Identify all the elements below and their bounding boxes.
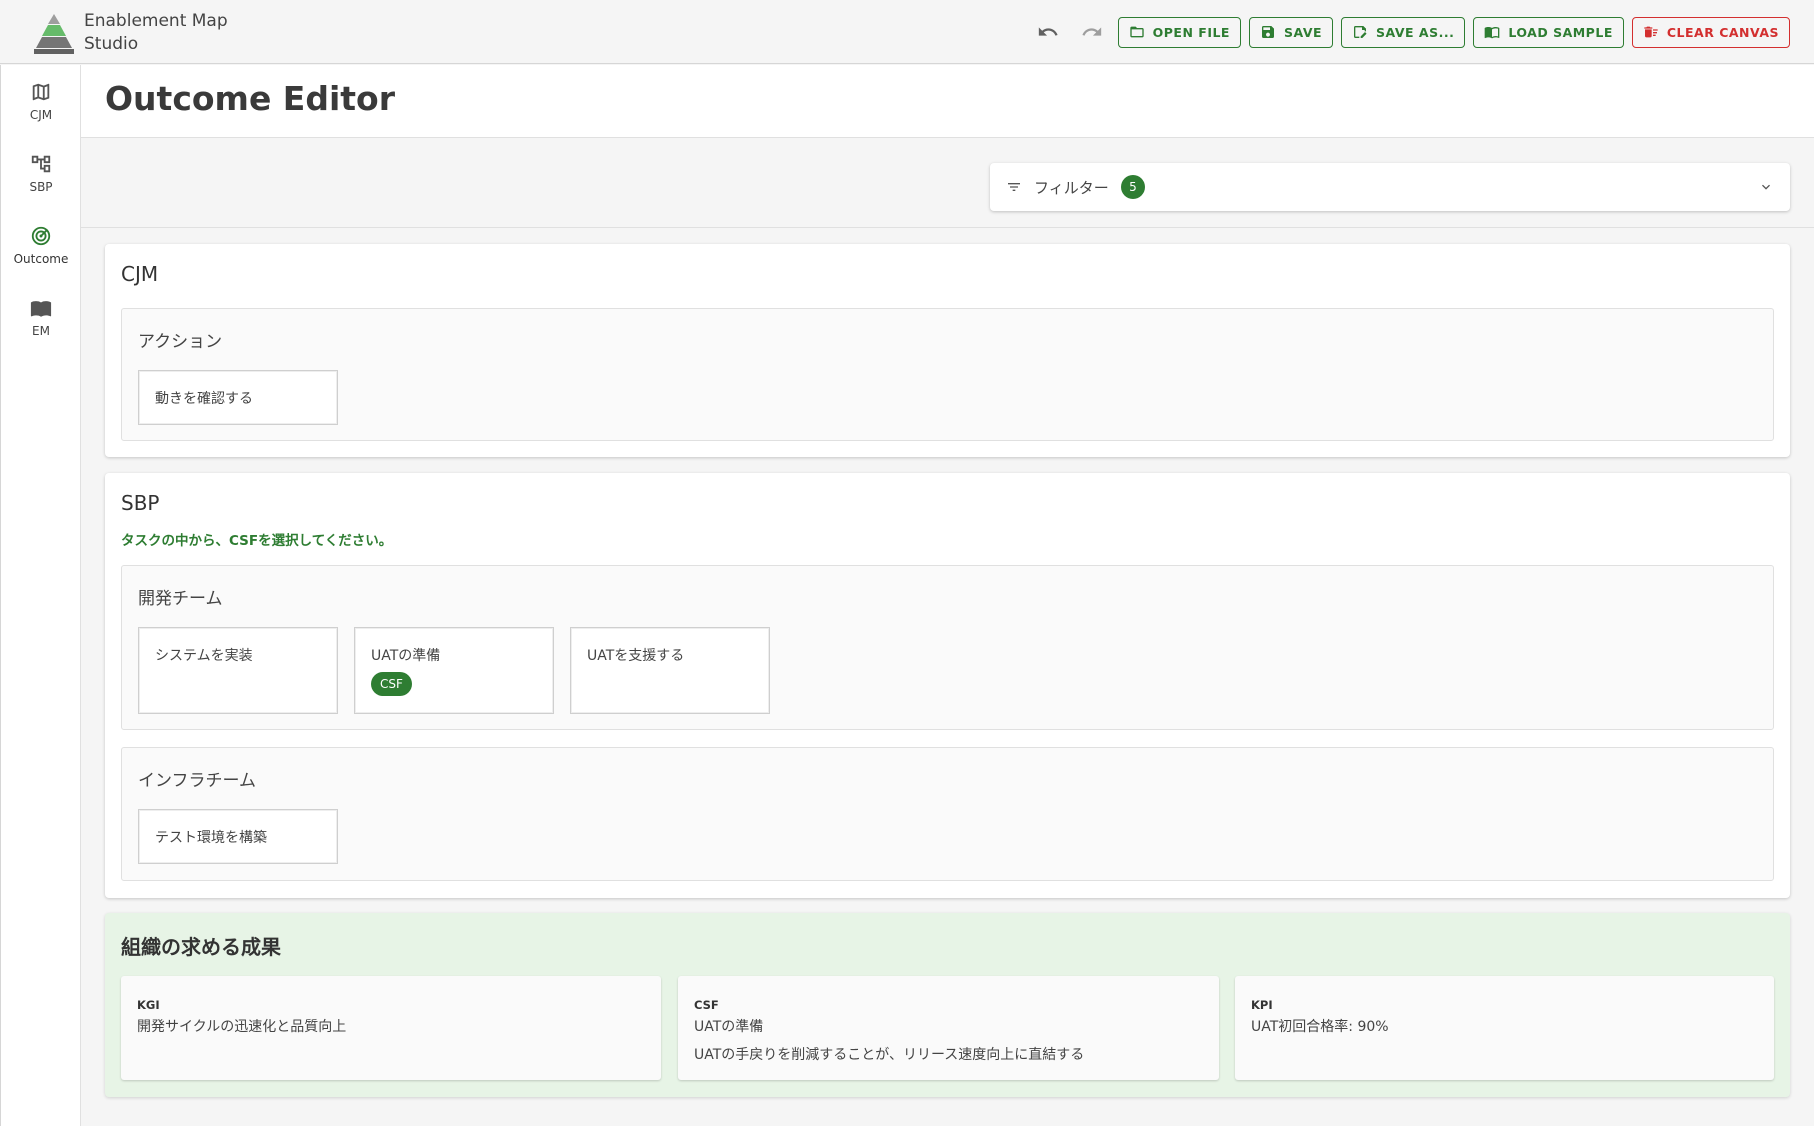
task-card[interactable]: システムを実装 <box>138 627 338 714</box>
page-title: Outcome Editor <box>105 79 396 118</box>
action-card[interactable]: 動きを確認する <box>138 370 338 425</box>
clear-canvas-label: CLEAR CANVAS <box>1666 24 1779 40</box>
filter-count-badge: 5 <box>1121 175 1145 199</box>
kpi-text: UAT初回合格率: 90% <box>1251 1019 1389 1035</box>
book-icon <box>30 300 52 317</box>
csf-kind: CSF <box>694 998 719 1012</box>
task-card-label: システムを実装 <box>155 648 253 664</box>
pyramid-logo-icon <box>34 14 74 54</box>
sidebar-item-label: CJM <box>29 107 53 122</box>
task-card-label: UATを支援する <box>587 648 685 664</box>
app-title-line1: Enablement Map <box>84 11 228 31</box>
undo-icon <box>1038 27 1058 36</box>
task-card[interactable]: テスト環境を構築 <box>138 809 338 864</box>
action-group-title: アクション <box>138 332 223 352</box>
book-open-icon <box>1485 27 1500 39</box>
app-bar: Enablement Map Studio OPEN FILE SAVE SAV… <box>0 0 1814 64</box>
outcome-panel-title: 組織の求める成果 <box>121 935 281 959</box>
target-icon <box>31 226 51 245</box>
cjm-panel: CJM アクション 動きを確認する <box>105 244 1790 457</box>
task-card[interactable]: UATの準備 CSF <box>354 627 554 714</box>
kgi-text: 開発サイクルの迅速化と品質向上 <box>137 1019 347 1035</box>
task-card-label: テスト環境を構築 <box>155 830 267 846</box>
filter-panel[interactable]: フィルター 5 <box>990 163 1790 211</box>
csf-card[interactable]: CSF UATの準備 UATの手戻りを削減することが、リリース速度向上に直結する <box>678 976 1219 1080</box>
filter-icon <box>1008 183 1020 191</box>
kgi-card[interactable]: KGI 開発サイクルの迅速化と品質向上 <box>121 976 661 1080</box>
save-as-label: SAVE AS... <box>1376 24 1455 40</box>
kpi-card[interactable]: KPI UAT初回合格率: 90% <box>1235 976 1774 1080</box>
save-label: SAVE <box>1283 24 1323 40</box>
sbp-panel-title: SBP <box>121 491 160 515</box>
sbp-panel: SBP タスクの中から、CSFを選択してください。 開発チーム システムを実装 … <box>105 473 1790 898</box>
csf-text: UATの準備 <box>694 1019 764 1035</box>
sidebar-item-outcome[interactable]: Outcome <box>1 209 81 281</box>
outcome-panel: 組織の求める成果 KGI 開発サイクルの迅速化と品質向上 CSF UATの準備 … <box>105 913 1790 1097</box>
sidebar-item-label: Outcome <box>13 251 69 266</box>
folder-icon <box>1129 26 1144 38</box>
sidebar-item-cjm[interactable]: CJM <box>1 65 81 137</box>
clear-trash-icon <box>1644 26 1658 38</box>
sbp-hint: タスクの中から、CSFを選択してください。 <box>121 533 393 549</box>
task-card[interactable]: UATを支援する <box>570 627 770 714</box>
lane-dev-team: 開発チーム システムを実装 UATの準備 CSF UATを支援する <box>121 565 1774 730</box>
load-sample-button[interactable]: LOAD SAMPLE <box>1473 16 1624 48</box>
save-as-icon <box>1354 26 1367 38</box>
redo-icon <box>1082 27 1101 36</box>
sidebar-item-em[interactable]: EM <box>1 281 81 353</box>
undo-button[interactable] <box>1030 16 1066 48</box>
map-icon <box>32 83 50 100</box>
sidebar-item-label: EM <box>32 323 50 338</box>
lane-infra-team: インフラチーム テスト環境を構築 <box>121 747 1774 881</box>
toolbar: OPEN FILE SAVE SAVE AS... LOAD SAMPLE CL… <box>1030 16 1790 48</box>
app-title-line2: Studio <box>84 34 139 54</box>
hierarchy-icon <box>31 155 51 172</box>
csf-chip: CSF <box>371 672 412 696</box>
app-title: Enablement Map Studio <box>84 10 228 56</box>
action-card-label: 動きを確認する <box>155 391 253 407</box>
task-card-label: UATの準備 <box>371 648 441 664</box>
page-header: Outcome Editor <box>81 65 1814 138</box>
kpi-kind: KPI <box>1251 998 1273 1012</box>
sidebar-item-sbp[interactable]: SBP <box>1 137 81 209</box>
redo-button[interactable] <box>1074 16 1110 48</box>
open-file-button[interactable]: OPEN FILE <box>1117 16 1241 48</box>
chevron-down-icon <box>1762 184 1770 190</box>
filter-label: フィルター <box>1034 179 1109 197</box>
load-sample-label: LOAD SAMPLE <box>1508 24 1613 40</box>
save-as-button[interactable]: SAVE AS... <box>1341 16 1466 48</box>
lane-title: インフラチーム <box>138 771 256 791</box>
action-group: アクション 動きを確認する <box>121 308 1774 441</box>
kgi-kind: KGI <box>137 998 160 1012</box>
save-button[interactable]: SAVE <box>1248 16 1334 48</box>
lane-title: 開発チーム <box>138 589 223 609</box>
sidebar-item-label: SBP <box>29 179 53 194</box>
save-icon <box>1261 26 1274 38</box>
sidebar: CJM SBP Outcome EM <box>0 65 81 1126</box>
csf-description: UATの手戻りを削減することが、リリース速度向上に直結する <box>694 1047 1085 1063</box>
clear-canvas-button[interactable]: CLEAR CANVAS <box>1631 16 1790 48</box>
open-file-label: OPEN FILE <box>1152 24 1230 40</box>
main-content: Outcome Editor CJM アクション 動きを確認する SBP タスク… <box>81 65 1814 1126</box>
cjm-panel-title: CJM <box>121 262 159 286</box>
